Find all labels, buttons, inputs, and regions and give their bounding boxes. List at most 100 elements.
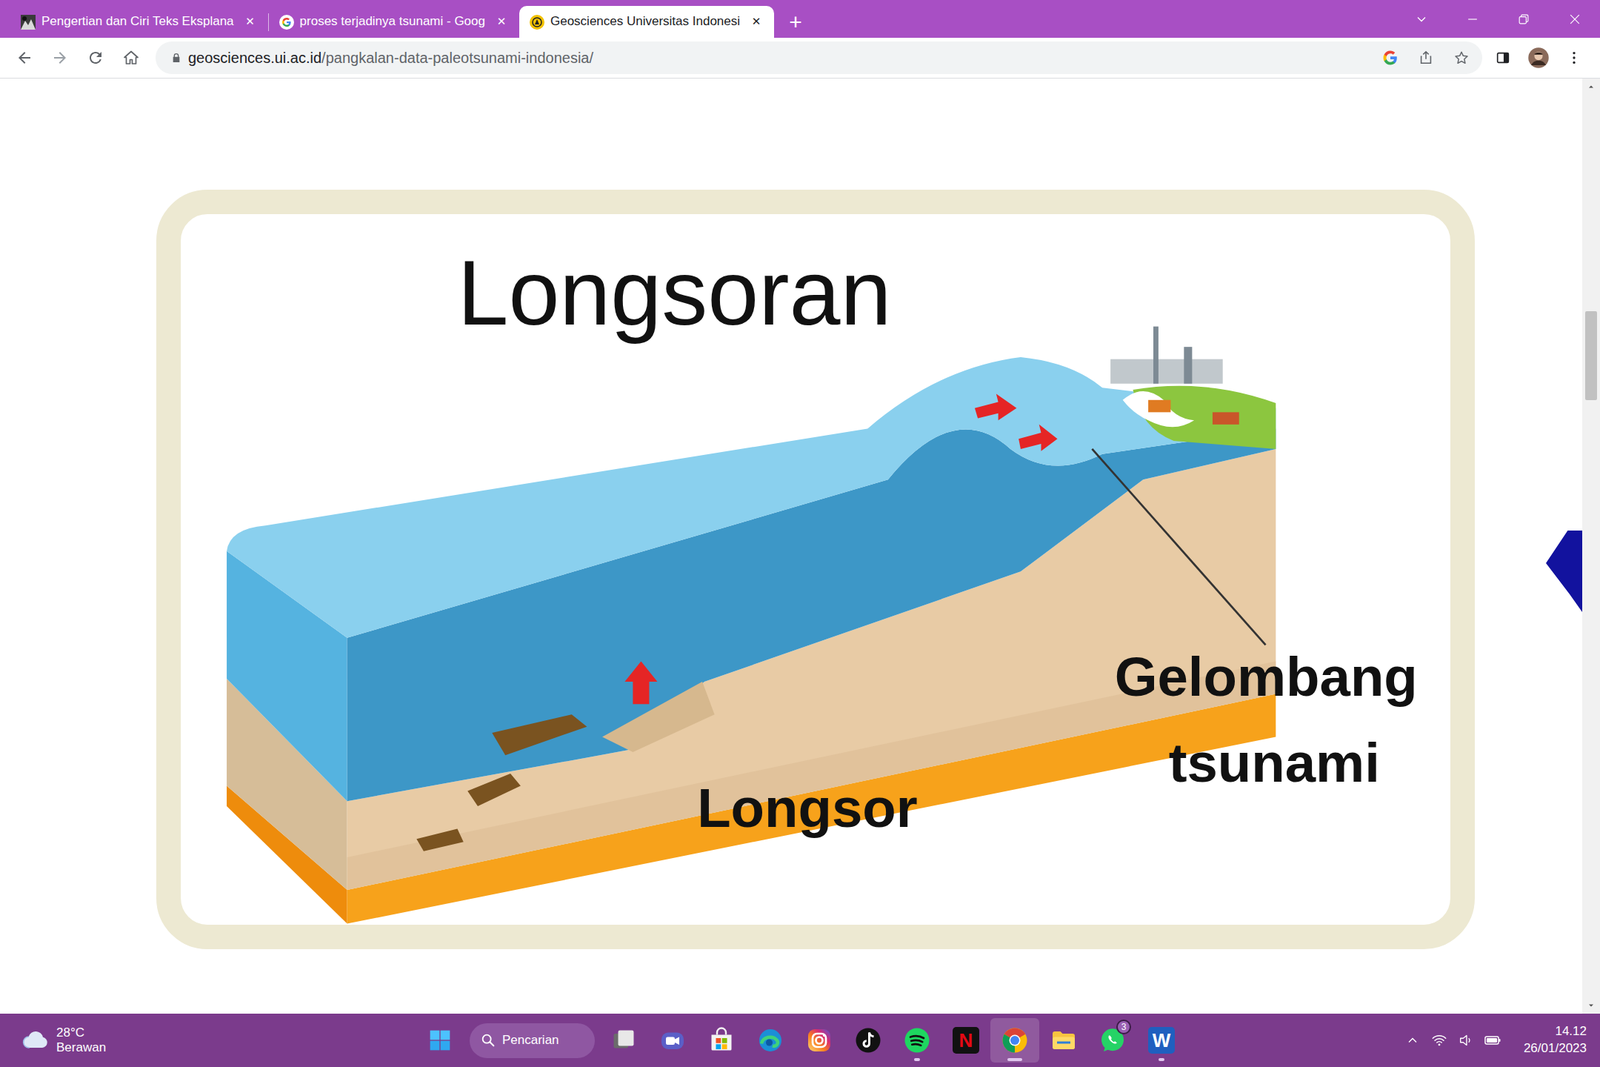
scroll-thumb[interactable] xyxy=(1585,311,1598,400)
back-icon[interactable] xyxy=(9,42,40,73)
app-glyph: W xyxy=(1152,1030,1172,1050)
taskbar-app[interactable]: 3 xyxy=(1088,1017,1138,1063)
favicon-icon xyxy=(279,14,295,30)
taskbar-app[interactable] xyxy=(648,1017,698,1063)
tab-close-button[interactable]: ✕ xyxy=(494,13,509,31)
side-panel-icon[interactable] xyxy=(1485,41,1521,75)
favicon-icon xyxy=(20,14,36,30)
reload-icon[interactable] xyxy=(80,42,111,73)
tab-close-button[interactable]: ✕ xyxy=(242,13,258,31)
chat-icon xyxy=(659,1026,686,1054)
tab-title: proses terjadinya tsunami - Goog xyxy=(300,14,486,29)
taskbar-app[interactable] xyxy=(990,1017,1040,1063)
battery-icon[interactable] xyxy=(1479,1025,1506,1055)
url-text[interactable]: geosciences.ui.ac.id/pangkalan-data-pale… xyxy=(188,46,1373,69)
wifi-icon[interactable] xyxy=(1425,1025,1453,1055)
restore-icon[interactable] xyxy=(1497,0,1549,38)
tab-title: Geosciences Universitas Indonesi xyxy=(550,14,740,29)
instagram-icon xyxy=(805,1026,833,1054)
bookmark-star-icon[interactable] xyxy=(1443,42,1480,73)
taskbar-app[interactable] xyxy=(1039,1017,1089,1063)
temperature: 28°C xyxy=(56,1025,106,1040)
word-icon: W xyxy=(1148,1026,1175,1054)
app-glyph: N xyxy=(959,1030,974,1050)
taskbar-app[interactable] xyxy=(697,1017,746,1063)
tab-close-button[interactable]: ✕ xyxy=(748,13,764,31)
tab-separator xyxy=(268,13,269,32)
new-tab-button[interactable]: + xyxy=(780,5,812,38)
taskbar-apps: N 3 W xyxy=(599,1017,1186,1063)
menu-icon[interactable] xyxy=(1556,41,1592,75)
google-lens-icon[interactable] xyxy=(1372,42,1409,73)
home-icon[interactable] xyxy=(116,42,146,73)
windows-start-icon[interactable] xyxy=(422,1022,458,1058)
edge-icon xyxy=(757,1026,784,1054)
taskbar-app[interactable]: W xyxy=(1137,1017,1186,1063)
taskbar: 28°CBerawan Pencarian N 3 W 14.1226/01/2023 xyxy=(0,1013,1600,1067)
next-slide-shape[interactable] xyxy=(1545,530,1583,612)
notification-badge: 3 xyxy=(1116,1019,1132,1035)
scrollbar[interactable] xyxy=(1582,78,1600,1014)
weather-text: 28°CBerawan xyxy=(56,1025,106,1056)
tab-strip: Pengertian dan Ciri Teks Eksplana✕proses… xyxy=(0,0,1600,38)
clock-date: 26/01/2023 xyxy=(1523,1040,1587,1058)
tsunami-landslide-diagram: Longsoran Gelombang tsunami Longsor xyxy=(156,189,1475,949)
profile-avatar-icon[interactable] xyxy=(1520,41,1557,75)
share-icon[interactable] xyxy=(1408,42,1444,73)
close-icon[interactable] xyxy=(1548,0,1600,38)
page-body: Longsoran Gelombang tsunami Longsor xyxy=(0,78,1583,1014)
task-view-icon xyxy=(610,1026,638,1054)
search-label: Pencarian xyxy=(502,1030,560,1050)
scroll-down-icon[interactable] xyxy=(1582,997,1600,1014)
taskbar-center: Pencarian N 3 W xyxy=(422,1017,1186,1063)
browser-tab[interactable]: proses terjadinya tsunami - Goog ✕ xyxy=(268,5,520,38)
address-bar[interactable]: geosciences.ui.ac.id/pangkalan-data-pale… xyxy=(155,41,1483,75)
nav-buttons xyxy=(9,42,146,73)
forward-icon[interactable] xyxy=(45,42,75,73)
system-tray: 14.1226/01/2023 xyxy=(1399,1022,1600,1058)
clock-time: 14.12 xyxy=(1523,1022,1587,1040)
weather-condition: Berawan xyxy=(56,1040,106,1055)
search-icon xyxy=(480,1031,497,1049)
tab-search-icon[interactable] xyxy=(1395,0,1447,38)
toolbar: geosciences.ui.ac.id/pangkalan-data-pale… xyxy=(0,37,1600,79)
window-controls xyxy=(1395,0,1600,38)
favicon-icon xyxy=(529,14,545,30)
taskbar-app[interactable] xyxy=(892,1017,942,1063)
url-path: /pangkalan-data-paleotsunami-indonesia/ xyxy=(321,46,594,69)
wave-label: tsunami xyxy=(1168,731,1380,794)
page-content: Longsoran Gelombang tsunami Longsor xyxy=(0,78,1600,1014)
running-indicator xyxy=(1007,1057,1023,1061)
tray-chevron-icon[interactable] xyxy=(1399,1025,1426,1055)
browser-tab[interactable]: Geosciences Universitas Indonesi ✕ xyxy=(519,5,775,38)
taskbar-app[interactable] xyxy=(843,1017,893,1063)
browser-tab[interactable]: Pengertian dan Ciri Teks Eksplana ✕ xyxy=(10,5,269,38)
running-indicator xyxy=(1158,1057,1165,1061)
taskbar-app[interactable] xyxy=(794,1017,844,1063)
tiktok-icon xyxy=(854,1026,882,1054)
taskbar-app[interactable]: N xyxy=(941,1017,991,1063)
cloud-icon xyxy=(20,1025,51,1055)
files-icon xyxy=(1050,1026,1078,1054)
store-icon xyxy=(708,1026,735,1054)
toolbar-actions xyxy=(1485,41,1592,75)
lock-icon xyxy=(170,51,183,64)
clock[interactable]: 14.1226/01/2023 xyxy=(1523,1022,1587,1058)
scroll-track[interactable] xyxy=(1582,94,1600,998)
url-domain: geosciences.ui.ac.id xyxy=(188,46,322,69)
running-indicator xyxy=(914,1057,920,1061)
netflix-icon: N xyxy=(952,1026,980,1054)
scroll-up-icon[interactable] xyxy=(1582,78,1600,95)
spotify-icon xyxy=(903,1026,931,1054)
wave-label: Gelombang xyxy=(1114,645,1418,708)
tab-title: Pengertian dan Ciri Teks Eksplana xyxy=(41,14,235,29)
minimize-icon[interactable] xyxy=(1446,0,1498,38)
taskbar-search[interactable]: Pencarian xyxy=(469,1022,595,1058)
diagram-title: Longsoran xyxy=(457,241,892,344)
taskbar-app[interactable] xyxy=(745,1017,795,1063)
taskbar-app[interactable] xyxy=(599,1017,649,1063)
volume-icon[interactable] xyxy=(1452,1025,1480,1055)
tab-list: Pengertian dan Ciri Teks Eksplana✕proses… xyxy=(0,0,812,38)
landslide-label: Longsor xyxy=(697,777,918,839)
weather-widget[interactable]: 28°CBerawan xyxy=(0,1025,423,1056)
